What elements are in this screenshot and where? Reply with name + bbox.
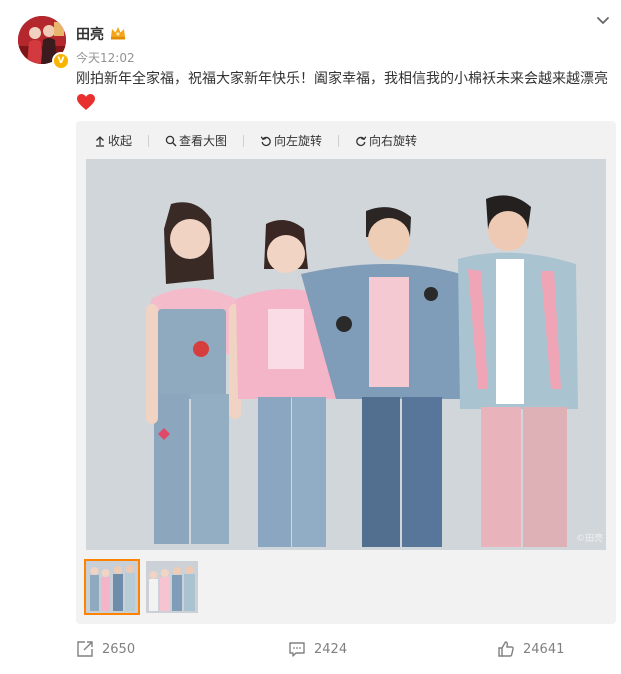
username[interactable]: 田亮 [76,24,104,44]
magnifier-icon [165,135,177,146]
crown-member-icon[interactable] [110,26,126,43]
comment-icon [289,642,305,657]
view-large-button[interactable]: 查看大图 [165,132,227,149]
like-button[interactable]: 24641 [497,640,564,658]
collapse-arrow-icon [96,135,104,147]
comment-count: 2424 [314,641,348,657]
action-bar: 2650 2424 24641 [0,640,621,664]
toolbar-divider [148,134,150,147]
rotate-right-icon [356,135,367,146]
post-timestamp[interactable]: 今天12:02 [76,49,135,66]
rotate-left-button[interactable]: 向左旋转 [260,132,322,149]
repost-button[interactable]: 2650 [76,640,135,658]
chevron-down-icon[interactable] [595,12,611,28]
collapse-button[interactable]: 收起 [94,132,132,149]
watermark-text: ©田亮 [576,532,603,544]
view-large-label: 查看大图 [179,134,228,148]
comment-button[interactable]: 2424 [288,640,347,658]
weibo-post: V 田亮 今天12:02 刚拍新年全家福，祝福大家新年快乐！阖家幸福，我相信我的… [0,0,621,674]
family-photo-image: ©田亮 [86,159,606,550]
thumbnail-image [86,561,138,613]
thumbnail-1[interactable] [84,559,140,615]
thumbnail-2[interactable] [146,561,198,613]
heart-emoji-icon [76,93,96,111]
like-count: 24641 [523,641,565,657]
toolbar-divider [338,134,340,147]
media-card: 收起 查看大图 向左旋转 向右旋转 ©田亮 [76,121,616,624]
thumbnail-image [146,561,198,613]
rotate-left-label: 向左旋转 [274,134,323,148]
main-photo[interactable]: ©田亮 [86,159,606,550]
thumbs-up-icon [498,641,514,657]
verified-icon: V [52,52,70,70]
repost-icon [77,641,93,657]
post-text: 刚拍新年全家福，祝福大家新年快乐！阖家幸福，我相信我的小棉袄未来会越来越漂亮 [76,71,608,87]
rotate-right-label: 向右旋转 [369,134,418,148]
toolbar-divider [243,134,245,147]
rotate-right-button[interactable]: 向右旋转 [355,132,417,149]
repost-count: 2650 [102,641,136,657]
rotate-left-icon [260,135,271,146]
collapse-label: 收起 [108,134,133,148]
media-toolbar: 收起 查看大图 向左旋转 向右旋转 [94,132,417,149]
